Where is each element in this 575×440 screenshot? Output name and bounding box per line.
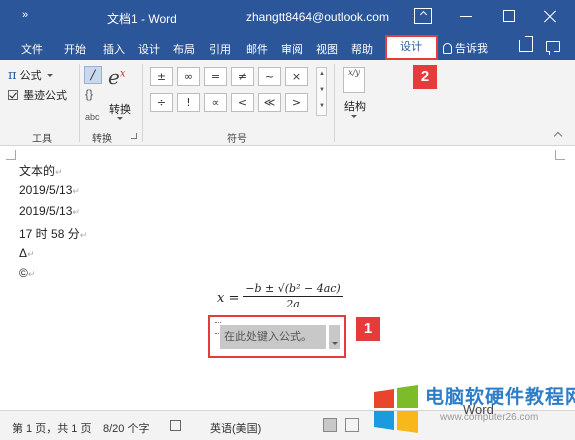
tab-view[interactable]: 视图: [316, 41, 338, 57]
print-layout-icon[interactable]: [345, 418, 359, 432]
chevron-down-icon[interactable]: [117, 117, 123, 120]
scroll-up-icon[interactable]: ▲: [319, 71, 325, 77]
convert-glyph: e: [108, 65, 120, 89]
document-line: 文本的↵: [19, 164, 63, 178]
equation-highlight: [208, 315, 346, 358]
account-name[interactable]: zhangtt8464@outlook.com: [246, 10, 389, 24]
group-label-tools: 工具: [32, 134, 52, 145]
document-line: 17 时 58 分↵: [19, 227, 88, 241]
tab-references[interactable]: 引用: [209, 41, 231, 57]
tab-help[interactable]: 帮助: [351, 41, 373, 57]
document-title: 文档1 - Word: [107, 12, 177, 26]
document-line: ©↵: [19, 266, 36, 280]
convert-label[interactable]: 转换: [109, 101, 131, 117]
tell-me-button[interactable]: 告诉我: [443, 40, 488, 56]
group-separator: [334, 64, 335, 142]
symbol-plus-minus[interactable]: ±: [150, 67, 173, 86]
symbol-greater-than[interactable]: >: [285, 93, 308, 112]
ink-equation-icon: [8, 90, 18, 100]
group-separator: [79, 64, 80, 142]
symbol-equals[interactable]: =: [204, 67, 227, 86]
tab-design[interactable]: 设计: [138, 41, 160, 57]
page-count[interactable]: 第 1 页，共 1 页: [12, 420, 91, 436]
symbol-much-less-than[interactable]: ≪: [258, 93, 281, 112]
group-label-symbols: 符号: [227, 134, 247, 145]
symbol-proportional[interactable]: ∝: [204, 93, 227, 112]
professional-format-button[interactable]: {}: [85, 87, 93, 101]
symbols-gallery-scroll[interactable]: ▲ ▼ ▼: [316, 67, 327, 116]
chevron-down-icon: [46, 74, 53, 77]
equation-label: 公式: [19, 70, 42, 82]
minimize-icon[interactable]: [458, 8, 476, 24]
symbol-less-than[interactable]: <: [231, 93, 254, 112]
structures-label[interactable]: 结构: [344, 98, 366, 114]
proofing-icon[interactable]: [170, 420, 181, 431]
dialog-launcher-icon[interactable]: [131, 133, 137, 139]
windows-logo-icon: [374, 385, 418, 433]
symbol-tilde[interactable]: ~: [258, 67, 281, 86]
language-label[interactable]: 英语(美国): [210, 420, 261, 436]
site-watermark: 电脑软硬件教程网 Word www.computer26.com: [370, 372, 575, 440]
tab-insert[interactable]: 插入: [103, 41, 125, 57]
gallery-more-icon[interactable]: ▼: [319, 103, 325, 109]
normal-text-button[interactable]: abc: [85, 112, 100, 122]
callout-badge-1: 1: [356, 317, 380, 341]
tab-file[interactable]: 文件: [21, 41, 43, 57]
callout-badge-2: 2: [413, 65, 437, 89]
symbol-not-equal[interactable]: ≠: [231, 67, 254, 86]
convert-glyph-sup: x: [119, 68, 126, 80]
formula-denominator: 2a: [243, 296, 343, 307]
group-separator: [142, 64, 143, 142]
symbol-infinity[interactable]: ∞: [177, 67, 200, 86]
design-tab-highlight: [385, 35, 438, 60]
linear-format-button[interactable]: /: [84, 66, 102, 84]
tell-me-label: 告诉我: [455, 43, 488, 55]
group-label-conversions: 转换: [92, 134, 112, 145]
symbol-divide[interactable]: ÷: [150, 93, 173, 112]
page-corner-mark: [555, 150, 565, 160]
tab-layout[interactable]: 布局: [173, 41, 195, 57]
ribbon: π 公式 墨迹公式 工具 / {} abc ex 转换 转换 ± ∞ = ≠ ~…: [0, 60, 575, 146]
chevron-down-icon[interactable]: [351, 115, 357, 118]
word-count[interactable]: 8/20 个字: [103, 420, 149, 436]
formula-lhs: x =: [217, 291, 240, 306]
document-line: 2019/5/13↵: [19, 204, 80, 218]
document-line: Δ↵: [19, 246, 35, 260]
comments-icon[interactable]: [546, 41, 560, 55]
page-corner-mark: [6, 150, 16, 160]
watermark-text: 电脑软硬件教程网: [425, 386, 575, 408]
symbol-factorial[interactable]: !: [177, 93, 200, 112]
ribbon-tabs: 文件 开始 插入 设计 布局 引用 邮件 审阅 视图 帮助 设计 告诉我: [0, 34, 575, 60]
pi-icon: π: [8, 68, 17, 83]
convert-icon[interactable]: ex: [108, 65, 134, 91]
formula-numerator: −b ± √(b² − 4ac): [245, 282, 341, 295]
symbols-gallery: ± ∞ = ≠ ~ × ÷ ! ∝ < ≪ >: [148, 67, 318, 116]
tab-home[interactable]: 开始: [64, 41, 86, 57]
ink-equation-label: 墨迹公式: [23, 90, 68, 102]
read-mode-icon[interactable]: [323, 418, 337, 432]
watermark-url: www.computer26.com: [440, 412, 539, 423]
lightbulb-icon: [443, 43, 452, 54]
share-icon[interactable]: [519, 40, 533, 52]
tab-review[interactable]: 审阅: [281, 41, 303, 57]
fraction-icon[interactable]: x/y: [343, 67, 365, 93]
symbol-times[interactable]: ×: [285, 67, 308, 86]
maximize-icon[interactable]: [500, 8, 518, 24]
quick-access-overflow-icon[interactable]: »: [22, 9, 28, 21]
title-bar: » 文档1 - Word zhangtt8464@outlook.com: [0, 0, 575, 34]
document-line: 2019/5/13↵: [19, 183, 80, 197]
tab-mailings[interactable]: 邮件: [246, 41, 268, 57]
scroll-down-icon[interactable]: ▼: [319, 87, 325, 93]
equation-button[interactable]: π 公式: [8, 67, 53, 83]
ink-equation-button[interactable]: 墨迹公式: [8, 87, 67, 103]
document-canvas[interactable]: 文本的↵ 2019/5/13↵ 2019/5/13↵ 17 时 58 分↵ Δ↵…: [0, 147, 575, 410]
formula-fraction: −b ± √(b² − 4ac) 2a: [243, 282, 343, 311]
ribbon-display-options-icon[interactable]: [414, 8, 432, 24]
close-icon[interactable]: [541, 8, 559, 24]
